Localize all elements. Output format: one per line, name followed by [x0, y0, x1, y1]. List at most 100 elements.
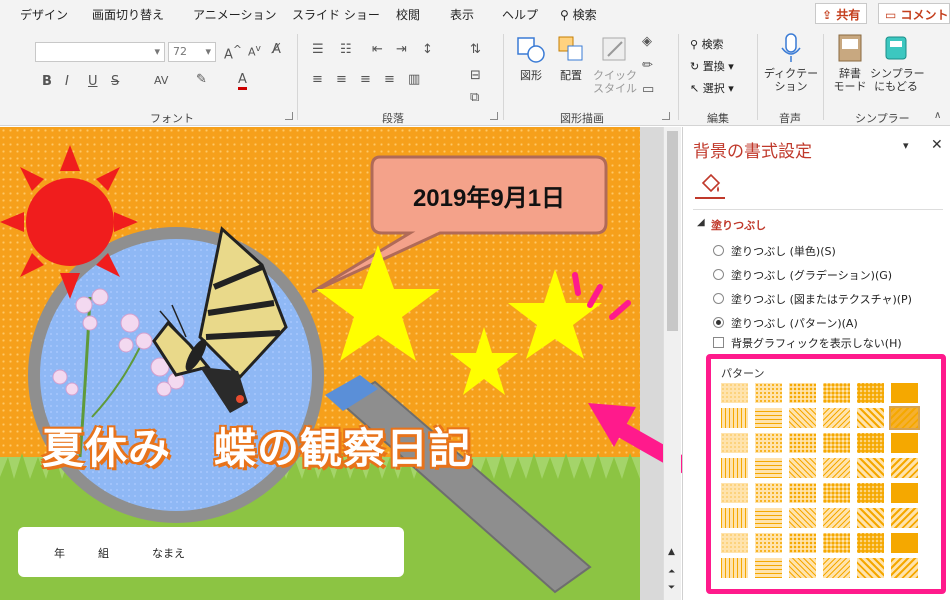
pattern-swatch[interactable]	[789, 433, 816, 453]
close-icon[interactable]: ✕	[931, 137, 943, 153]
pattern-swatch[interactable]	[755, 458, 782, 478]
pattern-swatch[interactable]	[721, 433, 748, 453]
slide-canvas[interactable]: 2019年9月1日 夏休み 蝶の観察日記 年 組 なまえ	[0, 127, 640, 600]
scroll-up-icon[interactable]: ▲	[668, 547, 675, 557]
option-solid-fill[interactable]: 塗りつぶし (単色)(S)	[731, 243, 836, 259]
pattern-swatch[interactable]	[789, 458, 816, 478]
pane-options-icon[interactable]: ▾	[903, 139, 909, 152]
select-button[interactable]: ↖ 選択 ▾	[690, 80, 734, 96]
arrange-button[interactable]: 配置	[553, 34, 589, 82]
pattern-swatch[interactable]	[823, 483, 850, 503]
bullets-icon[interactable]: ☰	[312, 42, 324, 57]
pattern-swatch[interactable]	[755, 533, 782, 553]
shrink-font-button[interactable]: Av	[248, 43, 261, 59]
pattern-swatch[interactable]	[755, 433, 782, 453]
slide-vertical-scrollbar[interactable]: ▲ ⏶ ⏷	[663, 127, 681, 600]
italic-button[interactable]: I	[65, 74, 69, 89]
increase-indent-icon[interactable]: ⇥	[396, 42, 407, 57]
radio-picture-fill[interactable]	[713, 293, 724, 304]
strikethrough-button[interactable]: S	[111, 74, 119, 89]
pattern-swatch[interactable]	[721, 558, 748, 578]
pattern-swatch[interactable]	[823, 458, 850, 478]
pattern-swatch[interactable]	[891, 458, 918, 478]
quick-style-button[interactable]: クイック スタイル	[593, 34, 637, 95]
font-name-dropdown[interactable]: ▾	[35, 42, 165, 62]
tab-review[interactable]: 校閲	[396, 6, 420, 23]
align-text-icon[interactable]: ⊟	[470, 68, 481, 83]
font-dialog-launcher[interactable]	[285, 112, 293, 120]
drawing-dialog-launcher[interactable]	[662, 112, 670, 120]
radio-pattern-fill[interactable]	[713, 317, 724, 328]
pattern-swatch[interactable]	[721, 383, 748, 403]
pattern-swatch[interactable]	[755, 558, 782, 578]
pattern-swatch[interactable]	[891, 433, 918, 453]
name-box[interactable]: 年 組 なまえ	[18, 527, 404, 577]
tab-animations[interactable]: アニメーション	[193, 6, 277, 23]
pattern-swatch[interactable]	[755, 383, 782, 403]
pattern-swatch[interactable]	[891, 533, 918, 553]
shapes-button[interactable]: 図形	[513, 34, 549, 82]
grow-font-button[interactable]: A^	[224, 43, 242, 62]
section-collapse-icon[interactable]: ◢	[697, 217, 705, 228]
align-right-icon[interactable]: ≡	[360, 72, 371, 87]
justify-icon[interactable]: ≡	[384, 72, 395, 87]
pattern-swatch[interactable]	[823, 533, 850, 553]
pattern-swatch[interactable]	[755, 483, 782, 503]
tab-transitions[interactable]: 画面切り替え	[92, 6, 164, 23]
next-slide-icon[interactable]: ⏷	[668, 583, 675, 593]
align-center-icon[interactable]: ≡	[336, 72, 347, 87]
find-button[interactable]: ⚲ 検索	[690, 36, 724, 52]
pattern-swatch[interactable]	[857, 483, 884, 503]
search-box[interactable]: ⚲ 検索	[560, 6, 597, 23]
fill-section-label[interactable]: 塗りつぶし	[711, 217, 766, 233]
paragraph-dialog-launcher[interactable]	[490, 112, 498, 120]
hide-graphics-label[interactable]: 背景グラフィックを表示しない(H)	[731, 335, 902, 351]
pattern-swatch[interactable]	[891, 558, 918, 578]
date-text[interactable]: 2019年9月1日	[372, 157, 606, 233]
dictate-button[interactable]: ディクテー ション	[762, 32, 820, 93]
comment-button[interactable]: ▭ コメント	[878, 3, 950, 24]
option-gradient-fill[interactable]: 塗りつぶし (グラデーション)(G)	[731, 267, 892, 283]
pattern-swatch[interactable]	[755, 508, 782, 528]
pattern-swatch[interactable]	[789, 558, 816, 578]
option-pattern-fill[interactable]: 塗りつぶし (パターン)(A)	[731, 315, 858, 331]
pattern-swatch[interactable]	[823, 558, 850, 578]
shape-outline-icon[interactable]: ✏	[642, 58, 653, 73]
decrease-indent-icon[interactable]: ⇤	[372, 42, 383, 57]
collapse-ribbon-icon[interactable]: ∧	[934, 110, 941, 121]
hide-graphics-checkbox[interactable]	[713, 337, 724, 348]
pattern-swatch[interactable]	[789, 408, 816, 428]
tab-design[interactable]: デザイン	[20, 6, 68, 23]
clear-format-icon[interactable]: A̸	[272, 42, 281, 57]
align-left-icon[interactable]: ≡	[312, 72, 323, 87]
pattern-swatch[interactable]	[789, 508, 816, 528]
pattern-swatch[interactable]	[823, 433, 850, 453]
pattern-swatch[interactable]	[789, 483, 816, 503]
pattern-swatch[interactable]	[789, 383, 816, 403]
prev-slide-icon[interactable]: ⏶	[668, 567, 675, 577]
pattern-swatch[interactable]	[789, 533, 816, 553]
pattern-swatch[interactable]	[755, 408, 782, 428]
numbering-icon[interactable]: ☷	[340, 42, 352, 57]
share-button[interactable]: ⇪ 共有	[815, 3, 868, 24]
tab-slideshow[interactable]: スライド ショー	[292, 6, 380, 23]
replace-button[interactable]: ↻ 置換 ▾	[690, 58, 734, 74]
pattern-swatch[interactable]	[889, 406, 920, 430]
slide-title[interactable]: 夏休み 蝶の観察日記	[42, 415, 472, 476]
tab-help[interactable]: ヘルプ	[502, 6, 538, 23]
font-size-dropdown[interactable]: 72 ▾	[168, 42, 216, 62]
simpler-return-button[interactable]: シンプラー にもどる	[870, 32, 925, 93]
pattern-swatch[interactable]	[721, 408, 748, 428]
radio-gradient-fill[interactable]	[713, 269, 724, 280]
pattern-swatch[interactable]	[721, 508, 748, 528]
bold-button[interactable]: B	[42, 74, 52, 89]
font-color-button[interactable]: A	[238, 72, 247, 90]
radio-solid-fill[interactable]	[713, 245, 724, 256]
pattern-swatch[interactable]	[891, 383, 918, 403]
pattern-swatch[interactable]	[823, 408, 850, 428]
tab-view[interactable]: 表示	[450, 6, 474, 23]
pattern-swatch[interactable]	[823, 508, 850, 528]
highlight-icon[interactable]: ✎	[196, 72, 207, 87]
scrollbar-thumb[interactable]	[667, 131, 678, 331]
pattern-swatch[interactable]	[721, 458, 748, 478]
